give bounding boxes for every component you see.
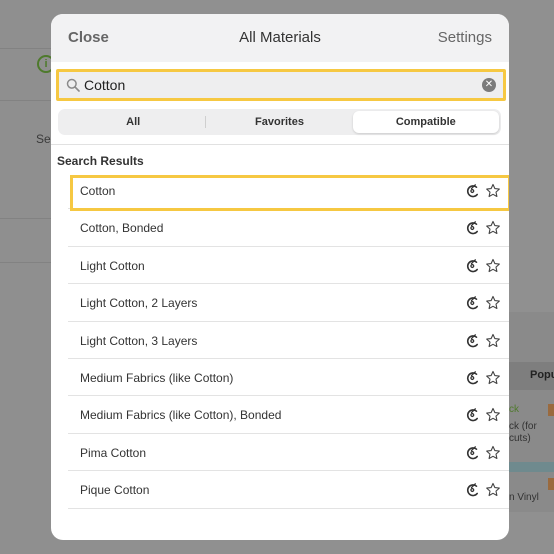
list-item[interactable]: Cotton, Bonded — [68, 209, 509, 247]
background-tab: Popu — [508, 362, 554, 390]
machine-compatible-icon — [465, 258, 481, 274]
machine-compatible-icon — [465, 482, 481, 498]
list-item-label: Pima Cotton — [80, 445, 147, 460]
star-icon[interactable] — [485, 407, 501, 423]
list-item-label: Light Cotton — [80, 258, 145, 273]
background-card-text: ck (for cuts) — [509, 421, 537, 444]
list-item[interactable]: Light Cotton, 3 Layers — [68, 322, 509, 359]
search-input[interactable]: Cotton — [84, 77, 125, 93]
machine-compatible-icon — [465, 370, 481, 386]
machine-compatible-icon — [465, 333, 481, 349]
list-item-label: Light Cotton, 3 Layers — [80, 333, 198, 348]
machine-compatible-icon — [465, 407, 481, 423]
bookmark-icon — [548, 478, 554, 490]
list-item[interactable]: Pima Cotton — [68, 434, 509, 472]
list-item-label: Cotton, Bonded — [80, 221, 164, 236]
background-label: Se — [36, 132, 51, 146]
star-icon[interactable] — [485, 295, 501, 311]
list-item-label: Cotton — [80, 184, 116, 198]
materials-modal: Close All Materials Settings Cotton ✕ Al… — [51, 14, 509, 540]
background-card-strip — [508, 462, 554, 472]
divider — [51, 144, 509, 145]
settings-button[interactable]: Settings — [438, 29, 492, 46]
star-icon[interactable] — [485, 482, 501, 498]
list-item[interactable]: Medium Fabrics (like Cotton) — [68, 359, 509, 397]
list-item-label: Medium Fabrics (like Cotton) — [80, 370, 234, 385]
list-item[interactable]: Pique Cotton — [68, 471, 509, 509]
search-icon — [66, 78, 80, 92]
tab-compatible[interactable]: Compatible — [352, 111, 499, 133]
background-card-text: ck — [509, 404, 519, 415]
list-item[interactable]: Light Cotton, 2 Layers — [68, 284, 509, 322]
machine-compatible-icon — [465, 445, 481, 461]
modal-header: Close All Materials Settings — [51, 14, 509, 62]
list-item-label: Light Cotton, 2 Layers — [80, 296, 198, 311]
tab-all[interactable]: All — [60, 111, 207, 133]
bookmark-icon — [548, 404, 554, 416]
machine-compatible-icon — [465, 295, 481, 311]
search-field[interactable]: Cotton ✕ — [56, 69, 506, 101]
list-item[interactable]: Light Cotton — [68, 247, 509, 285]
clear-icon[interactable]: ✕ — [482, 78, 496, 92]
filter-segmented-control: All Favorites Compatible — [58, 109, 501, 135]
star-icon[interactable] — [485, 258, 501, 274]
list-item-label: Pique Cotton — [80, 483, 150, 498]
star-icon[interactable] — [485, 370, 501, 386]
results-list: Cotton Cotton, Bonded Light Cotton Light Co… — [68, 172, 509, 509]
list-item[interactable]: Medium Fabrics (like Cotton), Bonded — [68, 396, 509, 434]
machine-compatible-icon — [465, 220, 481, 236]
search-results-heading: Search Results — [57, 154, 144, 168]
star-icon[interactable] — [485, 220, 501, 236]
star-icon[interactable] — [485, 183, 501, 199]
star-icon[interactable] — [485, 445, 501, 461]
machine-compatible-icon — [465, 183, 481, 199]
list-item-label: Medium Fabrics (like Cotton), Bonded — [80, 408, 282, 423]
list-item[interactable]: Cotton — [68, 172, 509, 212]
tab-favorites[interactable]: Favorites — [206, 111, 352, 133]
background-card-text: n Vinyl — [509, 492, 539, 503]
star-icon[interactable] — [485, 333, 501, 349]
